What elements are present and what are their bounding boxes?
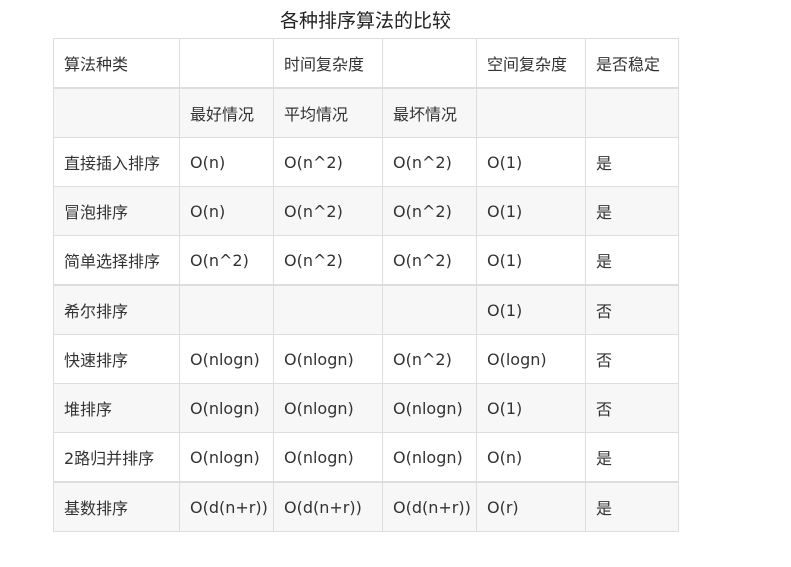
algorithm-cell: 算法种类 [53, 38, 180, 89]
worst-case-cell: 最坏情况 [382, 87, 477, 138]
table-row: 简单选择排序 O(n^2) O(n^2) O(n^2) O(1) 是 [53, 235, 679, 286]
average-case-cell: O(nlogn) [273, 383, 383, 433]
worst-case-cell [382, 284, 477, 335]
worst-case-cell: O(n^2) [382, 334, 477, 384]
algorithm-cell: 冒泡排序 [53, 186, 180, 236]
stability-cell [585, 87, 679, 138]
best-case-cell: O(n) [179, 137, 274, 187]
table-row: 快速排序 O(nlogn) O(nlogn) O(n^2) O(logn) 否 [53, 334, 679, 384]
stability-cell: 是 [585, 137, 679, 187]
space-complexity-cell: O(1) [476, 235, 586, 286]
average-case-cell: O(n^2) [273, 137, 383, 187]
space-complexity-cell: O(1) [476, 186, 586, 236]
stability-cell: 是 [585, 235, 679, 286]
average-case-cell: O(d(n+r)) [273, 481, 383, 532]
average-case-cell: O(nlogn) [273, 432, 383, 483]
table-row: 直接插入排序 O(n) O(n^2) O(n^2) O(1) 是 [53, 137, 679, 187]
algorithm-cell [53, 87, 180, 138]
header-row-cases: 最好情况 平均情况 最坏情况 [53, 87, 679, 138]
worst-case-cell: O(n^2) [382, 186, 477, 236]
sort-comparison-table: 算法种类 时间复杂度 空间复杂度 是否稳定 最好情况 平均情况 最坏情况 直接插入排序 O(n)… [53, 38, 679, 532]
stability-cell: 否 [585, 284, 679, 335]
average-case-cell: 时间复杂度 [273, 38, 383, 89]
algorithm-cell: 直接插入排序 [53, 137, 180, 187]
stability-cell: 是 [585, 186, 679, 236]
average-case-cell: O(n^2) [273, 235, 383, 286]
average-case-cell [273, 284, 383, 335]
table-row: 基数排序 O(d(n+r)) O(d(n+r)) O(d(n+r)) O(r) 是 [53, 481, 679, 532]
average-case-cell: O(n^2) [273, 186, 383, 236]
algorithm-cell: 堆排序 [53, 383, 180, 433]
space-complexity-cell: O(1) [476, 137, 586, 187]
best-case-cell: O(n) [179, 186, 274, 236]
space-complexity-cell: O(logn) [476, 334, 586, 384]
worst-case-cell [382, 38, 477, 89]
header-row-complexity: 算法种类 时间复杂度 空间复杂度 是否稳定 [53, 38, 679, 89]
best-case-cell: O(d(n+r)) [179, 481, 274, 532]
average-case-cell: 平均情况 [273, 87, 383, 138]
space-complexity-cell: O(n) [476, 432, 586, 483]
algorithm-cell: 希尔排序 [53, 284, 180, 335]
worst-case-cell: O(nlogn) [382, 432, 477, 483]
table-row: 冒泡排序 O(n) O(n^2) O(n^2) O(1) 是 [53, 186, 679, 236]
table-body: 算法种类 时间复杂度 空间复杂度 是否稳定 最好情况 平均情况 最坏情况 直接插入排序 O(n)… [53, 38, 679, 532]
space-complexity-cell: O(1) [476, 284, 586, 335]
table-row: 2路归并排序 O(nlogn) O(nlogn) O(nlogn) O(n) 是 [53, 432, 679, 483]
algorithm-cell: 2路归并排序 [53, 432, 180, 483]
average-case-cell: O(nlogn) [273, 334, 383, 384]
stability-cell: 是 [585, 432, 679, 483]
table-row: 希尔排序 O(1) 否 [53, 284, 679, 335]
worst-case-cell: O(n^2) [382, 235, 477, 286]
space-complexity-cell: O(1) [476, 383, 586, 433]
worst-case-cell: O(nlogn) [382, 383, 477, 433]
table-caption: 各种排序算法的比较 [279, 10, 451, 32]
best-case-cell [179, 284, 274, 335]
best-case-cell: O(nlogn) [179, 334, 274, 384]
best-case-cell: O(nlogn) [179, 432, 274, 483]
space-complexity-cell [476, 87, 586, 138]
stability-cell: 是 [585, 481, 679, 532]
stability-cell: 否 [585, 383, 679, 433]
best-case-cell [179, 38, 274, 89]
algorithm-cell: 快速排序 [53, 334, 180, 384]
best-case-cell: O(nlogn) [179, 383, 274, 433]
best-case-cell: 最好情况 [179, 87, 274, 138]
algorithm-cell: 基数排序 [53, 481, 180, 532]
space-complexity-cell: O(r) [476, 481, 586, 532]
worst-case-cell: O(d(n+r)) [382, 481, 477, 532]
worst-case-cell: O(n^2) [382, 137, 477, 187]
stability-cell: 否 [585, 334, 679, 384]
space-complexity-cell: 空间复杂度 [476, 38, 586, 89]
best-case-cell: O(n^2) [179, 235, 274, 286]
table-row: 堆排序 O(nlogn) O(nlogn) O(nlogn) O(1) 否 [53, 383, 679, 433]
algorithm-cell: 简单选择排序 [53, 235, 180, 286]
stability-cell: 是否稳定 [585, 38, 679, 89]
